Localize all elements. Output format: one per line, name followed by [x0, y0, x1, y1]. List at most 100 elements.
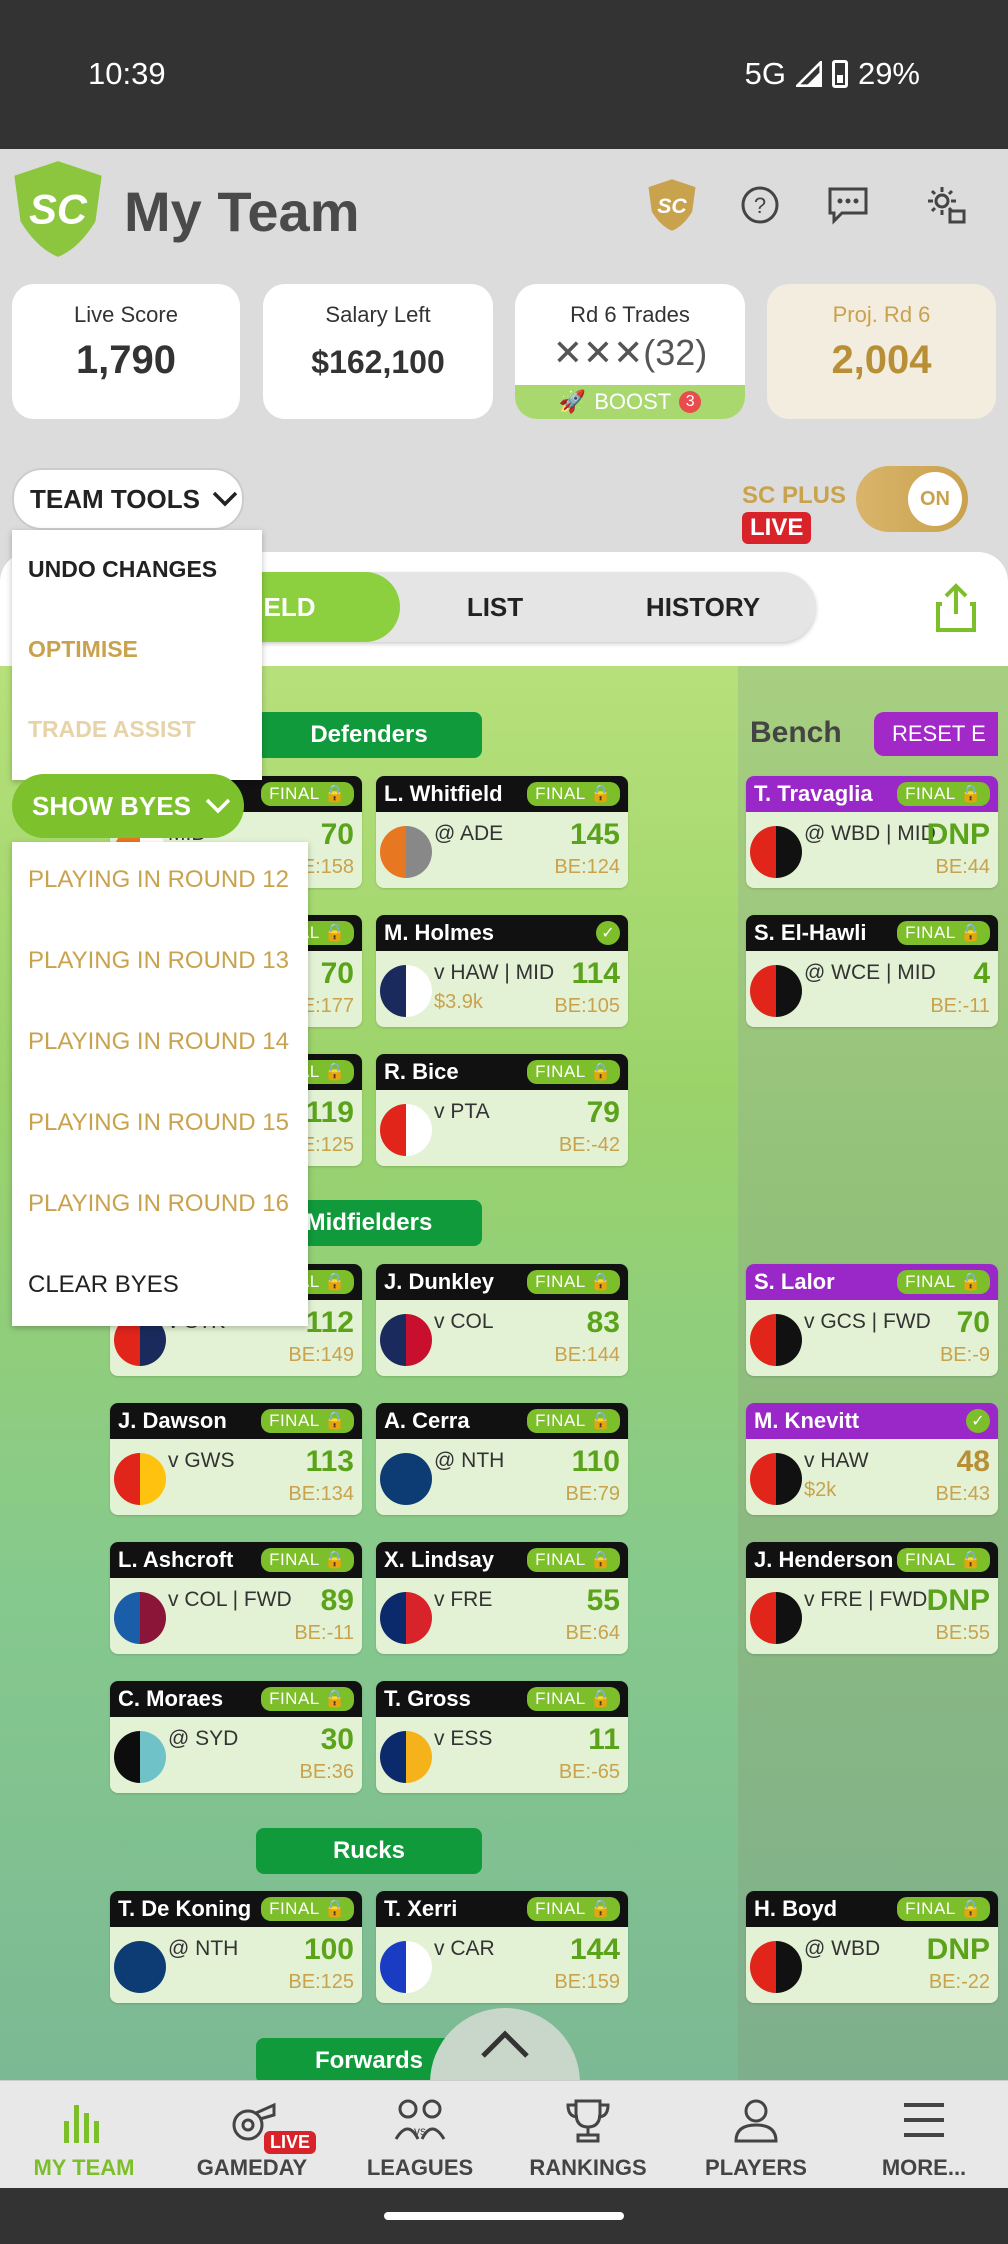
- team-guernsey-icon: [114, 1592, 166, 1644]
- break-even: BE:36: [299, 1761, 354, 1783]
- menu-undo-changes[interactable]: UNDO CHANGES: [28, 556, 217, 583]
- svg-text:SC: SC: [657, 194, 687, 218]
- player-name: S. El-Hawli: [754, 920, 867, 945]
- player-score: 145: [569, 818, 620, 851]
- player-card[interactable]: J. Henderson FINAL 🔒 v FRE | FWD DNP BE:55: [746, 1542, 998, 1654]
- team-tools-menu: UNDO CHANGES OPTIMISE TRADE ASSIST: [12, 530, 262, 780]
- break-even: BE:134: [288, 1483, 354, 1505]
- player-price: $3.9k: [434, 991, 483, 1013]
- final-badge: FINAL 🔒: [897, 921, 990, 945]
- team-guernsey-icon: [380, 1731, 432, 1783]
- player-card[interactable]: C. Moraes FINAL 🔒 @ SYD 30 BE:36: [110, 1681, 362, 1793]
- player-name: J. Dunkley: [384, 1269, 495, 1294]
- player-card[interactable]: J. Dunkley FINAL 🔒 v COL 83 BE:144: [376, 1264, 628, 1376]
- byes-round-12[interactable]: PLAYING IN ROUND 12: [28, 866, 289, 894]
- player-card[interactable]: L. Ashcroft FINAL 🔒 v COL | FWD 89 BE:-11: [110, 1542, 362, 1654]
- player-card[interactable]: A. Cerra FINAL 🔒 @ NTH 110 BE:79: [376, 1403, 628, 1515]
- sc-plus-icon[interactable]: SC: [640, 173, 704, 237]
- player-card-header: T. De Koning FINAL 🔒: [110, 1891, 362, 1927]
- player-card[interactable]: M. Holmes ✓ v HAW | MID $3.9k 114 BE:105: [376, 915, 628, 1027]
- opponent: @ WBD | MID: [804, 822, 936, 845]
- boost-badge[interactable]: 🚀 BOOST 3: [515, 385, 745, 419]
- player-card-header: T. Gross FINAL 🔒: [376, 1681, 628, 1717]
- defenders-header: Defenders: [256, 712, 482, 758]
- byes-round-14[interactable]: PLAYING IN ROUND 14: [28, 1028, 289, 1056]
- nav-players[interactable]: PLAYERS: [672, 2081, 840, 2189]
- bench-label: Bench: [750, 716, 842, 749]
- trades-card[interactable]: Rd 6 Trades ✕✕✕(32) 🚀 BOOST 3: [515, 284, 745, 419]
- player-card[interactable]: X. Lindsay FINAL 🔒 v FRE 55 BE:64: [376, 1542, 628, 1654]
- menu-optimise[interactable]: OPTIMISE: [28, 636, 138, 663]
- player-card[interactable]: M. Knevitt ✓ v HAW $2k 48 BE:43: [746, 1403, 998, 1515]
- status-bar: 10:39 5G 29%: [0, 0, 1008, 149]
- nav-my-team[interactable]: MY TEAM: [0, 2081, 168, 2189]
- opponent: v ESS: [434, 1727, 493, 1750]
- player-card[interactable]: J. Dawson FINAL 🔒 v GWS 113 BE:134: [110, 1403, 362, 1515]
- sc-plus-toggle[interactable]: ON: [856, 466, 968, 532]
- player-name: X. Lindsay: [384, 1547, 495, 1572]
- break-even: BE:125: [288, 1971, 354, 1993]
- break-even: BE:124: [554, 856, 620, 878]
- tab-list[interactable]: LIST: [400, 572, 590, 642]
- player-card[interactable]: S. El-Hawli FINAL 🔒 @ WCE | MID 4 BE:-11: [746, 915, 998, 1027]
- nav-gameday[interactable]: LIVE GAMEDAY: [168, 2081, 336, 2189]
- player-card[interactable]: R. Bice FINAL 🔒 v PTA 79 BE:-42: [376, 1054, 628, 1166]
- player-score: 112: [305, 1306, 354, 1339]
- clear-byes[interactable]: CLEAR BYES: [28, 1271, 179, 1299]
- nav-label: RANKINGS: [529, 2155, 647, 2180]
- team-tools-dropdown[interactable]: TEAM TOOLS: [12, 468, 244, 530]
- show-byes-button[interactable]: SHOW BYES: [12, 774, 244, 838]
- nav-leagues[interactable]: vs LEAGUES: [336, 2081, 504, 2189]
- team-guernsey-icon: [750, 1592, 802, 1644]
- break-even: BE:64: [565, 1622, 620, 1644]
- player-card-header: S. Lalor FINAL 🔒: [746, 1264, 998, 1300]
- player-card[interactable]: T. Xerri FINAL 🔒 v CAR 144 BE:159: [376, 1891, 628, 2003]
- nav-label: GAMEDAY: [196, 2155, 308, 2180]
- player-card-header: M. Knevitt ✓: [746, 1403, 998, 1439]
- byes-round-13[interactable]: PLAYING IN ROUND 13: [28, 947, 289, 975]
- supercoach-logo[interactable]: SC: [6, 157, 110, 261]
- final-badge: FINAL 🔒: [261, 1548, 354, 1572]
- player-name: M. Holmes: [384, 920, 495, 945]
- reset-button[interactable]: RESET E: [874, 712, 998, 756]
- player-card[interactable]: L. Whitfield FINAL 🔒 @ ADE 145 BE:124: [376, 776, 628, 888]
- opponent: v GCS | FWD: [804, 1310, 931, 1333]
- byes-round-15[interactable]: PLAYING IN ROUND 15: [28, 1109, 289, 1137]
- status-icons: 5G 29%: [745, 56, 920, 92]
- break-even: BE:-42: [558, 1134, 620, 1156]
- projection-card: Proj. Rd 6 2,004: [767, 284, 996, 419]
- share-icon[interactable]: [934, 582, 978, 634]
- nav-rankings[interactable]: RANKINGS: [504, 2081, 672, 2189]
- player-card[interactable]: H. Boyd FINAL 🔒 @ WBD DNP BE:-22: [746, 1891, 998, 2003]
- player-card[interactable]: T. Travaglia FINAL 🔒 @ WBD | MID DNP BE:44: [746, 776, 998, 888]
- team-guernsey-icon: [750, 1314, 802, 1366]
- svg-text:?: ?: [754, 193, 766, 218]
- break-even: BE:-11: [294, 1622, 354, 1644]
- rucks-header: Rucks: [256, 1828, 482, 1874]
- menu-trade-assist[interactable]: TRADE ASSIST: [28, 716, 196, 743]
- player-score: 113: [305, 1445, 354, 1478]
- break-even: BE:79: [565, 1483, 620, 1505]
- player-card[interactable]: T. Gross FINAL 🔒 v ESS 11 BE:-65: [376, 1681, 628, 1793]
- nav-more[interactable]: MORE...: [840, 2081, 1008, 2189]
- player-card[interactable]: T. De Koning FINAL 🔒 @ NTH 100 BE:125: [110, 1891, 362, 2003]
- player-name: A. Cerra: [384, 1408, 470, 1433]
- check-icon: ✓: [966, 1409, 990, 1433]
- final-badge: FINAL 🔒: [527, 1687, 620, 1711]
- chat-icon[interactable]: [816, 173, 880, 237]
- byes-round-16[interactable]: PLAYING IN ROUND 16: [28, 1190, 289, 1218]
- svg-text:vs: vs: [414, 2124, 426, 2138]
- break-even: BE:55: [935, 1622, 990, 1644]
- player-card-header: L. Ashcroft FINAL 🔒: [110, 1542, 362, 1578]
- player-card[interactable]: S. Lalor FINAL 🔒 v GCS | FWD 70 BE:-9: [746, 1264, 998, 1376]
- help-icon[interactable]: ?: [728, 173, 792, 237]
- player-price: $2k: [804, 1479, 837, 1501]
- team-guernsey-icon: [114, 1453, 166, 1505]
- player-score: DNP: [926, 818, 990, 851]
- home-indicator[interactable]: [384, 2212, 624, 2220]
- boost-label: BOOST: [594, 389, 672, 414]
- opponent: v HAW | MID: [434, 961, 555, 984]
- sc-plus-label: SC PLUS: [742, 482, 847, 509]
- tab-history[interactable]: HISTORY: [590, 572, 816, 642]
- settings-icon[interactable]: [914, 173, 978, 237]
